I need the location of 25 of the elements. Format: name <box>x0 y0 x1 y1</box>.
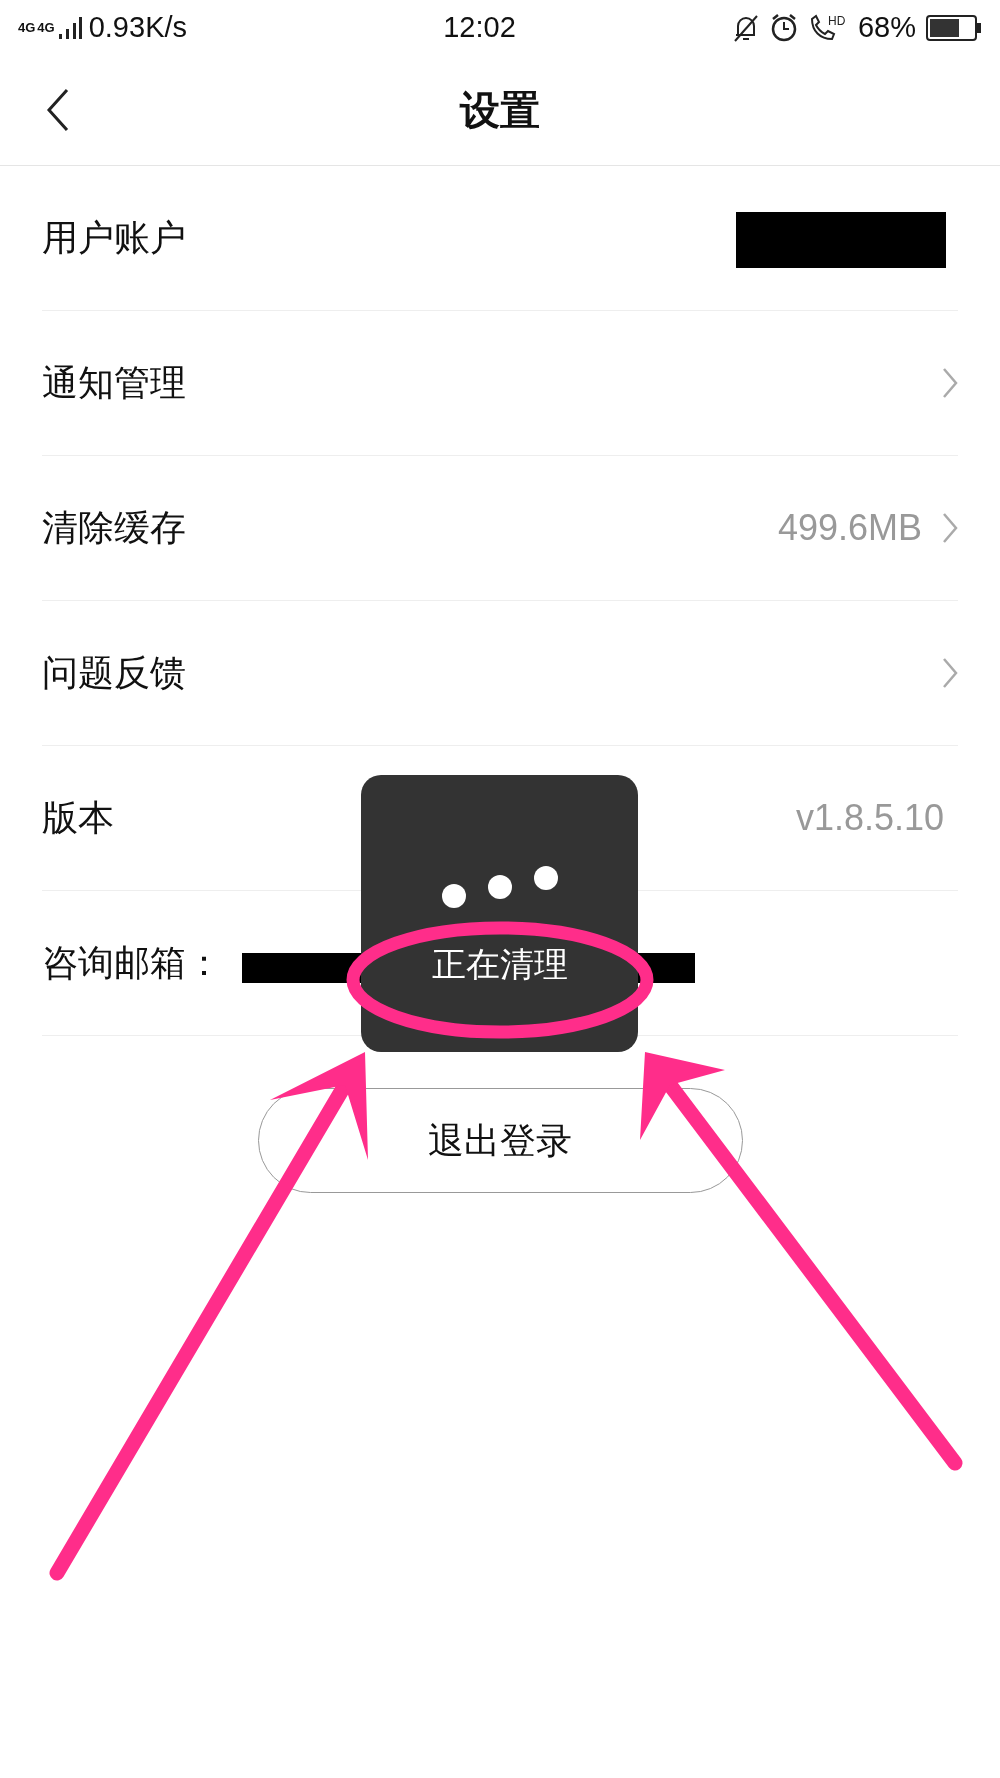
settings-row[interactable]: 清除缓存 499.6MB <box>42 456 958 601</box>
loading-dots-icon <box>439 865 560 909</box>
network-type: 4G <box>37 21 55 34</box>
page-title: 设置 <box>460 87 540 134</box>
signal-icon <box>57 15 82 40</box>
toast-message: 正在清理 <box>431 944 568 985</box>
network-type: 4G <box>18 21 36 34</box>
battery-icon <box>926 14 982 41</box>
row-label: 版本 <box>42 796 114 840</box>
alarm-clock-icon <box>769 12 798 43</box>
battery-percentage: 68% <box>857 9 916 45</box>
row-value: v1.8.5.10 <box>795 796 944 840</box>
back-icon <box>46 88 70 132</box>
clock-time: 12:02 <box>443 9 516 45</box>
network-speed: 0.93K/s <box>88 9 188 45</box>
settings-row[interactable]: 通知管理 <box>42 311 958 456</box>
settings-row[interactable]: 用户账户 <box>42 166 958 311</box>
row-label: 通知管理 <box>42 361 186 405</box>
row-label: 用户账户 <box>42 216 186 260</box>
row-label: 问题反馈 <box>42 651 186 695</box>
settings-row[interactable]: 问题反馈 <box>42 601 958 746</box>
row-label: 咨询邮箱： <box>42 941 222 985</box>
row-value: 499.6MB <box>777 506 922 550</box>
hd-label: HD <box>827 13 846 28</box>
row-label: 清除缓存 <box>42 506 186 550</box>
